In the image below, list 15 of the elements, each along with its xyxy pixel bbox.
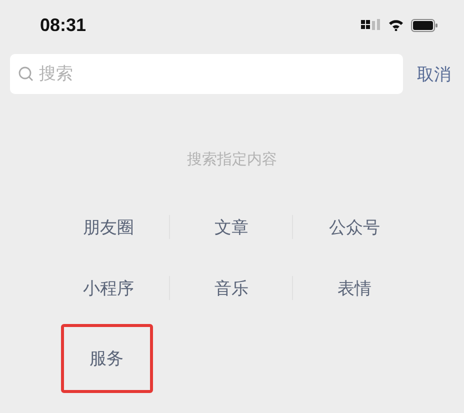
category-link[interactable]: 文章 <box>204 209 260 246</box>
category-link[interactable]: 音乐 <box>204 270 260 307</box>
wifi-icon <box>388 19 404 31</box>
category-link[interactable]: 表情 <box>326 270 382 307</box>
status-time: 08:31 <box>40 14 86 36</box>
search-icon <box>18 66 34 82</box>
search-field[interactable]: 搜索 <box>10 54 403 94</box>
category-link[interactable]: 服务 <box>60 324 152 393</box>
category-link[interactable]: 小程序 <box>72 270 145 307</box>
signal-icon <box>361 19 381 31</box>
category-link[interactable]: 朋友圈 <box>72 209 145 246</box>
search-hint: 搜索指定内容 <box>187 150 277 168</box>
category-link[interactable]: 公众号 <box>318 209 391 246</box>
cancel-button[interactable]: 取消 <box>417 62 451 86</box>
battery-icon <box>411 18 438 32</box>
